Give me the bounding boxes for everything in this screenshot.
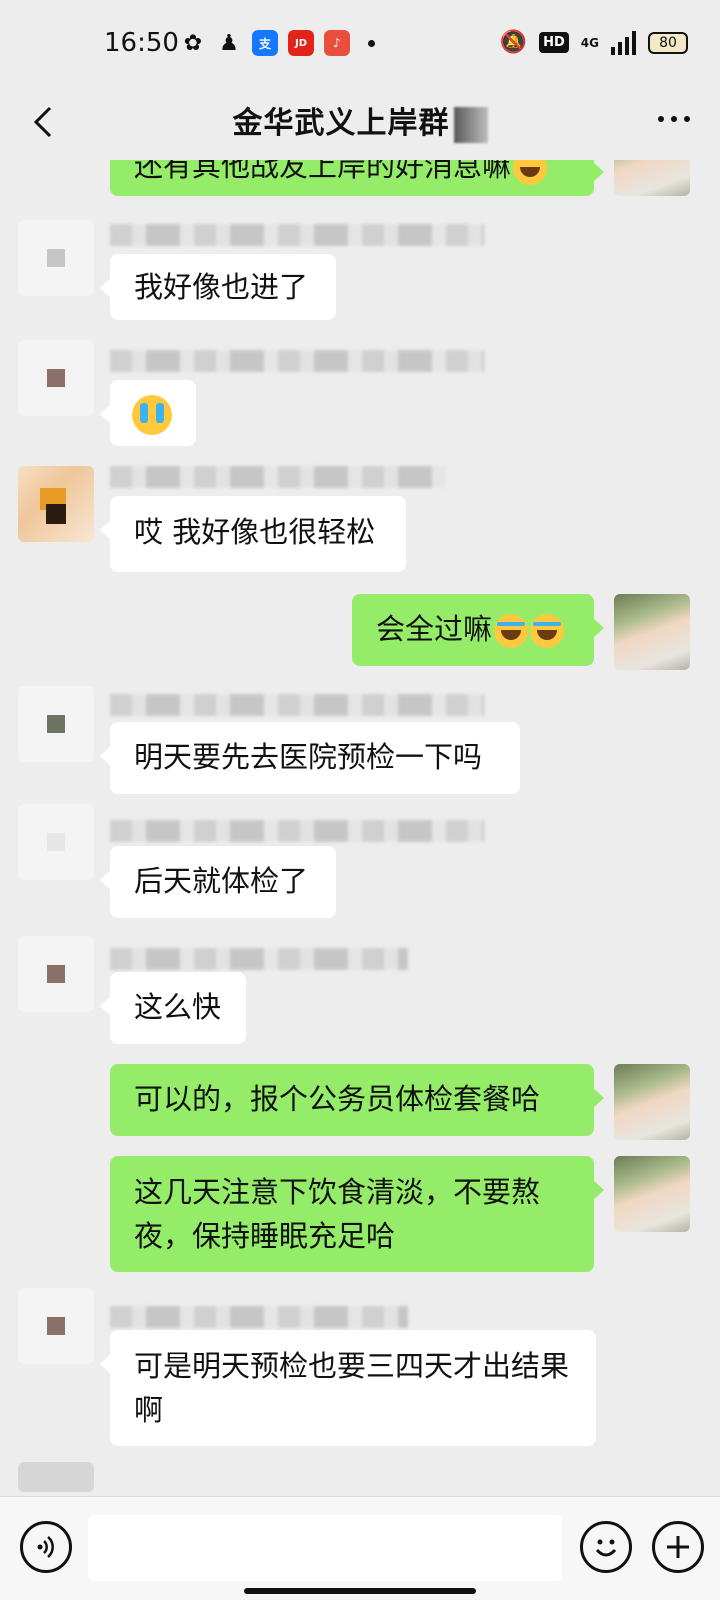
crying-emoji [132, 395, 172, 435]
voice-wave-icon [37, 1536, 54, 1558]
mute-icon: 🔕 [499, 30, 528, 55]
message-text: 后天就体检了 [134, 864, 309, 898]
notification-icons: ✿ ♟ 支 JD ♪ [180, 30, 375, 56]
message-text: 可是明天预检也要三四天才出结果啊 [134, 1349, 570, 1427]
more-options-icon[interactable] [658, 116, 690, 122]
message-bubble[interactable]: 可是明天预检也要三四天才出结果啊 [100, 1330, 596, 1446]
message-bubble-self[interactable]: 还有其他战友上岸的好消息嘛 [110, 160, 604, 196]
message-bubble[interactable]: 我好像也进了 [100, 254, 336, 320]
message-bubble[interactable] [100, 380, 196, 446]
sender-name [110, 694, 484, 716]
qq-icon: ♟ [219, 30, 239, 56]
network-label: 4G [580, 35, 599, 50]
message-text: 还有其他战友上岸的好消息嘛 [134, 160, 512, 183]
chat-title-text: 金华武义上岸群 [232, 106, 450, 141]
avatar[interactable] [18, 936, 94, 1012]
jd-icon: JD [288, 30, 314, 56]
grin-emoji [513, 160, 548, 185]
message-text: 这几天注意下饮食清淡，不要熬夜，保持睡眠充足哈 [134, 1175, 541, 1253]
sender-name [110, 224, 484, 246]
message-text: 我好像也进了 [134, 270, 309, 304]
avatar-self[interactable] [614, 1156, 690, 1232]
sender-name [110, 1306, 408, 1328]
message-bubble-self[interactable]: 这几天注意下饮食清淡，不要熬夜，保持睡眠充足哈 [110, 1156, 604, 1272]
avatar[interactable] [18, 340, 94, 416]
message-bubble[interactable]: 明天要先去医院预检一下吗 [100, 722, 520, 794]
message-text: 可以的，报个公务员体检套餐哈 [134, 1082, 541, 1116]
message-bubble-self[interactable]: 可以的，报个公务员体检套餐哈 [110, 1064, 604, 1136]
avatar[interactable] [18, 466, 94, 542]
status-bar: 16:50 ✿ ♟ 支 JD ♪ 🔕 HD 4G 80 [0, 0, 720, 88]
message-text: 会全过嘛 [376, 612, 493, 646]
message-list[interactable]: 还有其他战友上岸的好消息嘛 我好像也进了 哎 我好像也很轻松 会全过嘛 明天要先… [0, 160, 720, 1496]
alipay-icon: 支 [252, 30, 278, 56]
message-text: 这么快 [134, 990, 222, 1024]
plus-icon[interactable] [652, 1521, 704, 1573]
avatar-self[interactable] [614, 594, 690, 670]
hd-badge: HD [539, 32, 569, 53]
battery-level: 80 [659, 34, 677, 51]
battery-icon: 80 [648, 31, 688, 54]
message-bubble[interactable]: 这么快 [100, 972, 246, 1044]
message-bubble-self[interactable]: 会全过嘛 [352, 594, 604, 666]
laugh-cry-emoji [494, 614, 529, 648]
signal-icon [611, 30, 636, 55]
message-bubble[interactable]: 后天就体检了 [100, 846, 336, 918]
more-notifications-dot [368, 39, 375, 47]
sender-name [110, 350, 484, 372]
emoji-icon[interactable] [580, 1521, 632, 1573]
sender-name [110, 466, 446, 488]
add-icon [667, 1536, 689, 1558]
avatar[interactable] [18, 220, 94, 296]
message-text: 明天要先去医院预检一下吗 [134, 740, 483, 774]
smiley-icon [595, 1539, 617, 1557]
system-icons: 🔕 HD 4G 80 [500, 30, 688, 55]
voice-input-icon[interactable] [20, 1521, 72, 1573]
laugh-cry-emoji [530, 614, 565, 648]
avatar[interactable] [18, 804, 94, 880]
wechat-icon: ✿ [183, 30, 203, 56]
avatar[interactable] [18, 686, 94, 762]
status-time: 16:50 [104, 28, 179, 58]
chat-title: 金华武义上岸群 [0, 98, 720, 143]
avatar[interactable] [18, 1462, 94, 1492]
avatar[interactable] [18, 1288, 94, 1364]
message-input[interactable] [88, 1515, 562, 1581]
message-bubble[interactable]: 哎 我好像也很轻松 [100, 496, 406, 572]
chat-header: 金华武义上岸群 [0, 88, 720, 160]
title-blur [453, 106, 488, 143]
music-icon: ♪ [324, 30, 350, 56]
avatar-self[interactable] [614, 1064, 690, 1140]
sender-name [110, 948, 408, 970]
avatar-self[interactable] [614, 160, 690, 196]
message-text: 哎 我好像也很轻松 [134, 515, 376, 549]
home-indicator[interactable] [244, 1588, 476, 1594]
input-bar [0, 1496, 720, 1600]
sender-name [110, 820, 484, 842]
